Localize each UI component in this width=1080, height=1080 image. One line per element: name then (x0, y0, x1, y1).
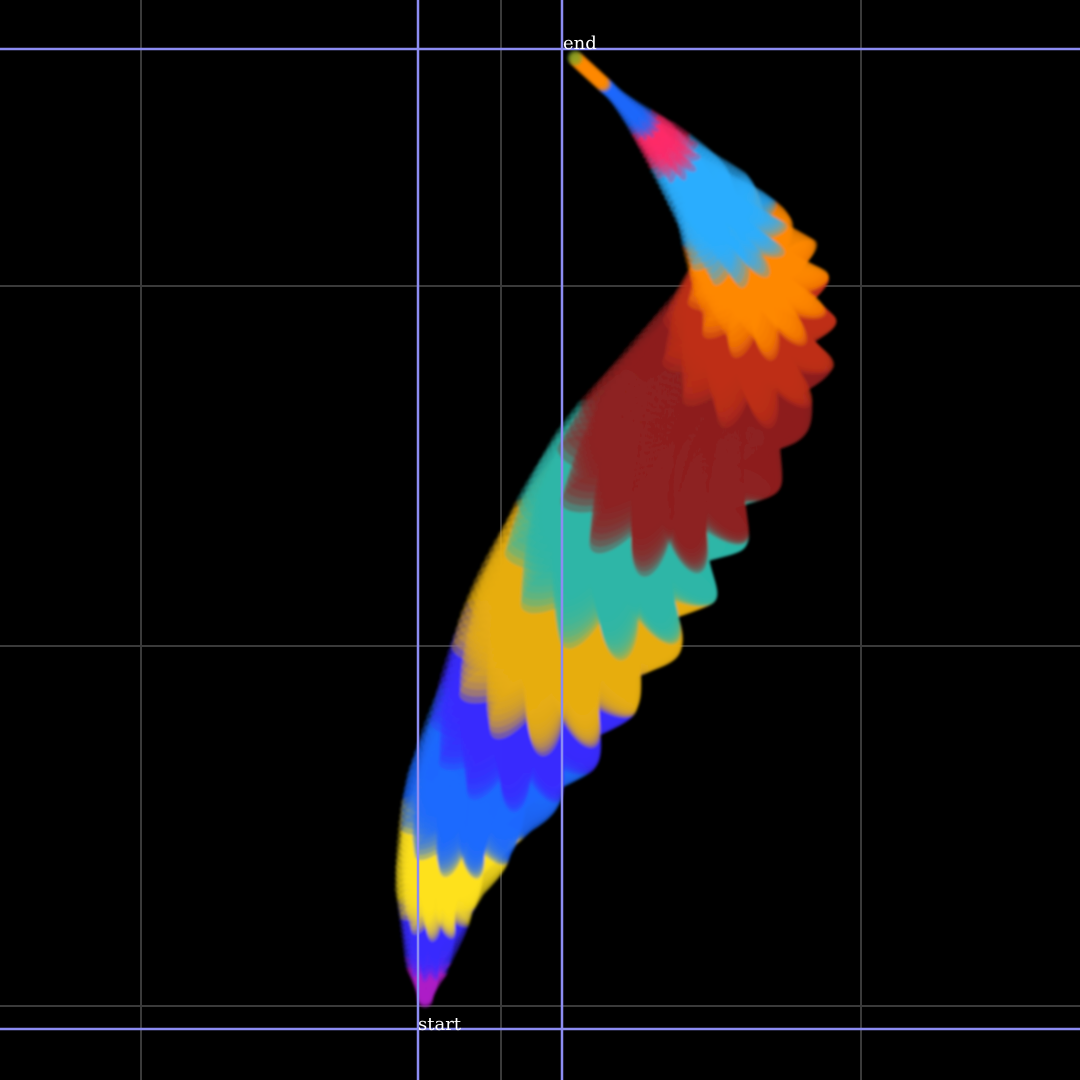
start-label: start (418, 1014, 462, 1035)
canvas-stage: end start (0, 0, 1080, 1080)
end-label: end (563, 33, 597, 54)
render-canvas: end start (0, 0, 1080, 1080)
color-spiral-shape (394, 49, 837, 1009)
